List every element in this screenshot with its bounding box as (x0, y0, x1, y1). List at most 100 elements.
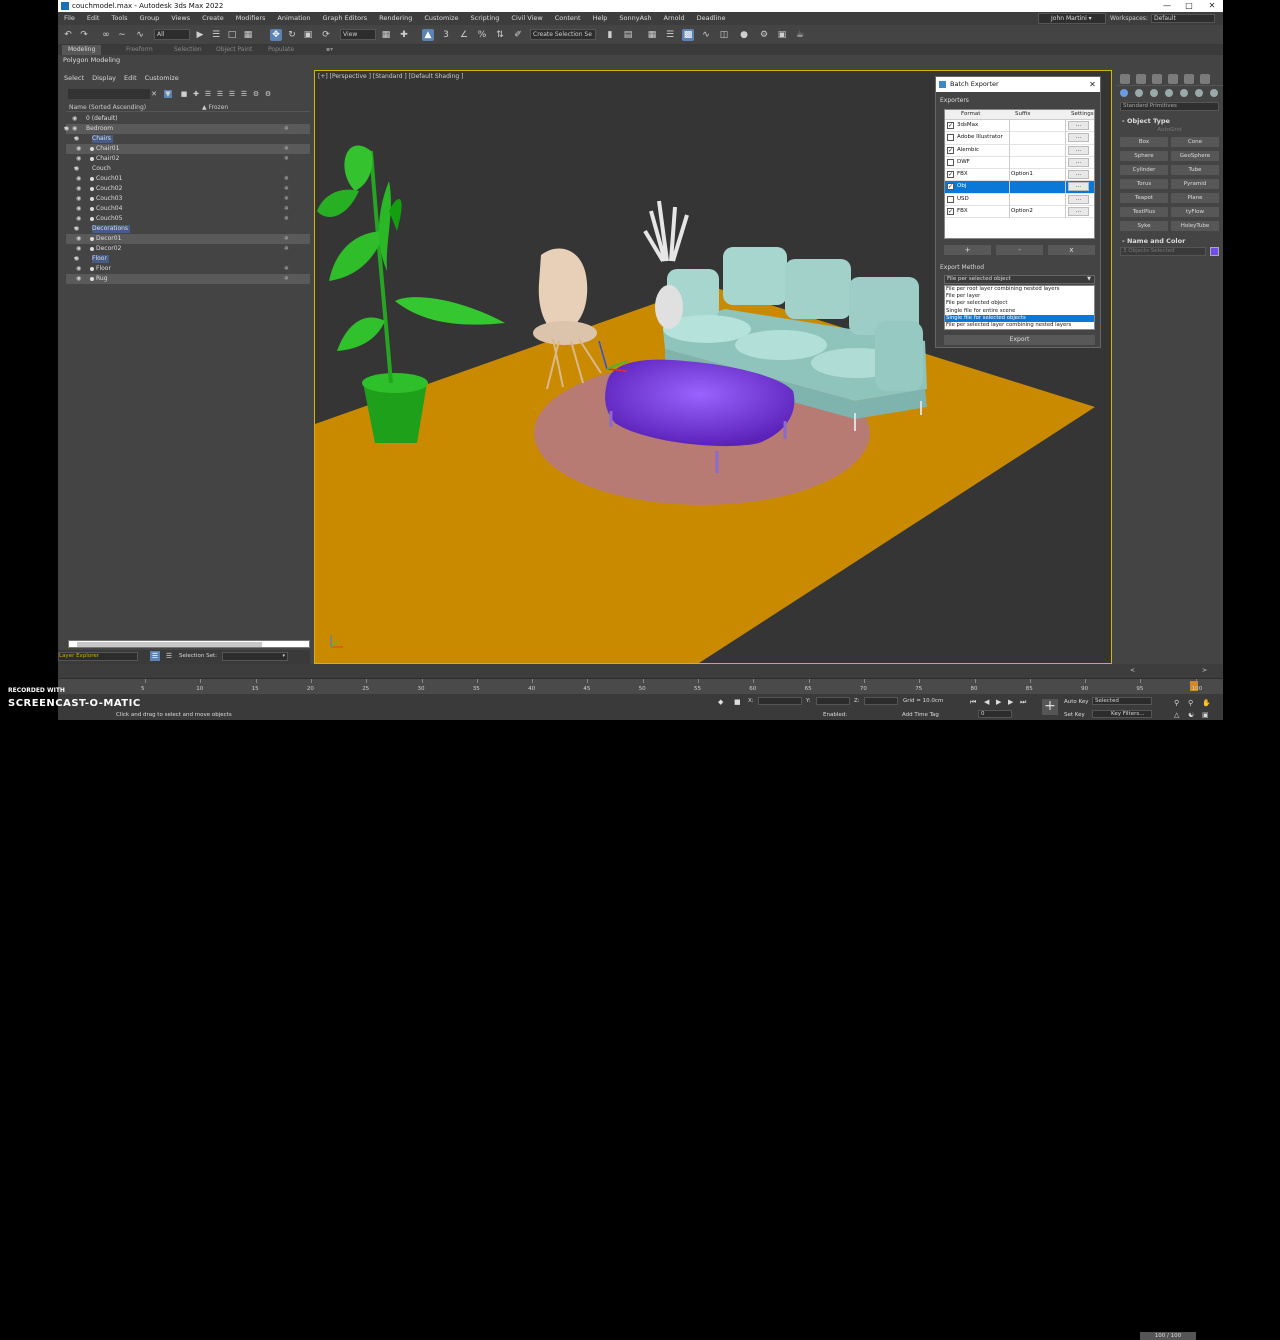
exporter-checkbox[interactable]: ✓ (947, 146, 954, 154)
exporter-row[interactable]: ✓ Alembic... (945, 144, 1094, 157)
percent-snap-icon[interactable]: % (476, 29, 488, 41)
space-warps-icon[interactable] (1195, 89, 1203, 97)
ribbon-tab-populate[interactable]: Populate (262, 45, 300, 55)
layer-explorer-icon[interactable]: ☰ (664, 29, 676, 41)
render-production-icon[interactable]: ☕ (794, 29, 806, 41)
object-name-field[interactable]: 3 Objects Selected (1120, 247, 1206, 256)
viewport-label[interactable]: [+] [Perspective ] [Standard ] [Default … (318, 73, 463, 80)
explorer-toggle-icon[interactable]: ☰ (150, 651, 160, 661)
object-type-rollout[interactable]: - Object Type (1122, 117, 1219, 125)
menu-item-modifiers[interactable]: Modifiers (230, 12, 272, 25)
exporter-settings-button[interactable]: ... (1068, 145, 1089, 155)
create-syke-button[interactable]: Syke (1120, 221, 1168, 231)
cameras-icon[interactable] (1165, 89, 1173, 97)
window-crossing-icon[interactable]: ▦ (242, 29, 254, 41)
visibility-eye-icon[interactable]: ◉ (76, 174, 81, 184)
freeze-icon[interactable]: ❄ (284, 144, 289, 154)
menu-item-graph-editors[interactable]: Graph Editors (317, 12, 374, 25)
lock-icon[interactable]: ■ (180, 90, 188, 98)
tree-row[interactable]: ▾ ◉ Floor (66, 254, 310, 264)
layer-nest-icon[interactable]: ☰ (228, 90, 236, 98)
horizontal-scrollbar[interactable] (68, 640, 310, 648)
create-geosphere-button[interactable]: GeoSphere (1171, 151, 1219, 161)
display-tab-icon[interactable] (1184, 74, 1194, 84)
menu-item-views[interactable]: Views (165, 12, 196, 25)
export-method-option[interactable]: File per root layer combining nested lay… (945, 286, 1094, 293)
region-select-icon[interactable]: □ (226, 29, 238, 41)
prev-key-icon[interactable]: ◀ (984, 698, 989, 706)
freeze-icon[interactable]: ❄ (284, 184, 289, 194)
rotate-icon[interactable]: ↻ (286, 29, 298, 41)
exporter-settings-button[interactable]: ... (1068, 157, 1089, 167)
schematic-view-icon[interactable]: ◫ (718, 29, 730, 41)
scrollbar-thumb[interactable] (77, 642, 262, 647)
rendered-frame-icon[interactable]: ▣ (776, 29, 788, 41)
move-icon[interactable]: ✥ (270, 29, 282, 41)
exporter-row[interactable]: ✓ Obj... (945, 181, 1094, 194)
menu-item-scripting[interactable]: Scripting (465, 12, 506, 25)
exporter-checkbox[interactable]: ✓ (947, 122, 954, 129)
bind-spacewarp-icon[interactable]: ∿ (134, 29, 146, 41)
menu-item-sonnyash[interactable]: SonnyAsh (613, 12, 657, 25)
create-box-button[interactable]: Box (1120, 137, 1168, 147)
freeze-icon[interactable]: ❄ (284, 124, 289, 134)
motion-tab-icon[interactable] (1168, 74, 1178, 84)
visibility-eye-icon[interactable]: ◉ (74, 254, 79, 264)
export-method-option[interactable]: File per selected object (945, 300, 1094, 307)
tree-row[interactable]: ◉ Chair02 ❄ (66, 154, 310, 164)
filter-icon[interactable]: ▼ (164, 90, 172, 98)
explorer-menu-select[interactable]: Select (60, 72, 88, 84)
ribbon-panel[interactable]: Polygon Modeling (58, 55, 1223, 66)
exporter-suffix[interactable]: Option2 (1011, 208, 1033, 214)
render-eye-icon[interactable]: ◉ (64, 124, 69, 134)
ribbon-tab-freeform[interactable]: Freeform (120, 45, 159, 55)
exporter-checkbox[interactable]: ✓ (947, 208, 954, 216)
hierarchy-tab-icon[interactable] (1152, 74, 1162, 84)
tree-row[interactable]: ◉ 0 (default) (66, 114, 310, 124)
sync-selection-icon[interactable]: ⚙ (252, 90, 260, 98)
exporter-settings-button[interactable]: ... (1068, 194, 1089, 204)
keyboard-shortcut-icon[interactable]: ▲ (422, 29, 434, 41)
exporter-row[interactable]: DWF... (945, 156, 1094, 170)
visibility-eye-icon[interactable]: ◉ (76, 184, 81, 194)
tree-row[interactable]: ◉ Decor01 ❄ (66, 234, 310, 244)
freeze-icon[interactable]: ❄ (284, 204, 289, 214)
explorer-menu-customize[interactable]: Customize (141, 72, 183, 84)
exporter-row[interactable]: ✓ 3dsMax... (945, 120, 1094, 133)
menu-item-help[interactable]: Help (587, 12, 614, 25)
visibility-eye-icon[interactable]: ◉ (76, 264, 81, 274)
export-method-option[interactable]: Single file for entire scene (945, 308, 1094, 315)
ribbon-tab-object-paint[interactable]: Object Paint (210, 45, 258, 55)
search-input[interactable] (68, 89, 150, 99)
pivot-icon[interactable]: ▦ (380, 29, 392, 41)
ribbon-tab-modeling[interactable]: Modeling (62, 45, 102, 55)
modify-tab-icon[interactable] (1136, 74, 1146, 84)
add-time-tag[interactable]: Add Time Tag (902, 712, 939, 718)
go-to-start-icon[interactable]: ⏮ (970, 698, 976, 707)
freeze-icon[interactable]: ❄ (284, 214, 289, 224)
menu-item-content[interactable]: Content (549, 12, 587, 25)
tree-row[interactable]: ◉ Chair01 ❄ (66, 144, 310, 154)
add-to-layer-icon[interactable]: ☰ (204, 90, 212, 98)
menu-item-group[interactable]: Group (134, 12, 166, 25)
tree-row[interactable]: ◉ Couch04 ❄ (66, 204, 310, 214)
visibility-eye-icon[interactable]: ◉ (76, 274, 81, 284)
create-torus-button[interactable]: Torus (1120, 179, 1168, 189)
color-swatch[interactable] (1210, 247, 1219, 256)
exporter-settings-button[interactable]: ... (1068, 133, 1089, 143)
key-mode-dropdown[interactable]: Selected (1092, 697, 1152, 705)
create-tyflow-button[interactable]: tyFlow (1171, 207, 1219, 217)
current-frame-field[interactable]: 0 (978, 710, 1012, 718)
systems-icon[interactable] (1210, 89, 1218, 97)
layer-explorer-toggle-icon[interactable]: ☰ (164, 651, 174, 661)
column-name[interactable]: Name (Sorted Ascending) (69, 104, 146, 111)
explorer-selector[interactable]: Layer Explorer (58, 652, 138, 661)
material-editor-icon[interactable]: ● (738, 29, 750, 41)
tree-row[interactable]: ▾ ◉ Decorations (66, 224, 310, 234)
autogrid-checkbox[interactable]: AutoGrid (1116, 127, 1223, 133)
layer-list-icon[interactable]: ☰ (216, 90, 224, 98)
visibility-eye-icon[interactable]: ◉ (74, 134, 79, 144)
ribbon-pin-icon[interactable]: ▪▾ (320, 45, 339, 55)
tree-row[interactable]: ◉ Couch05 ❄ (66, 214, 310, 224)
exporter-checkbox[interactable]: ✓ (947, 171, 954, 179)
